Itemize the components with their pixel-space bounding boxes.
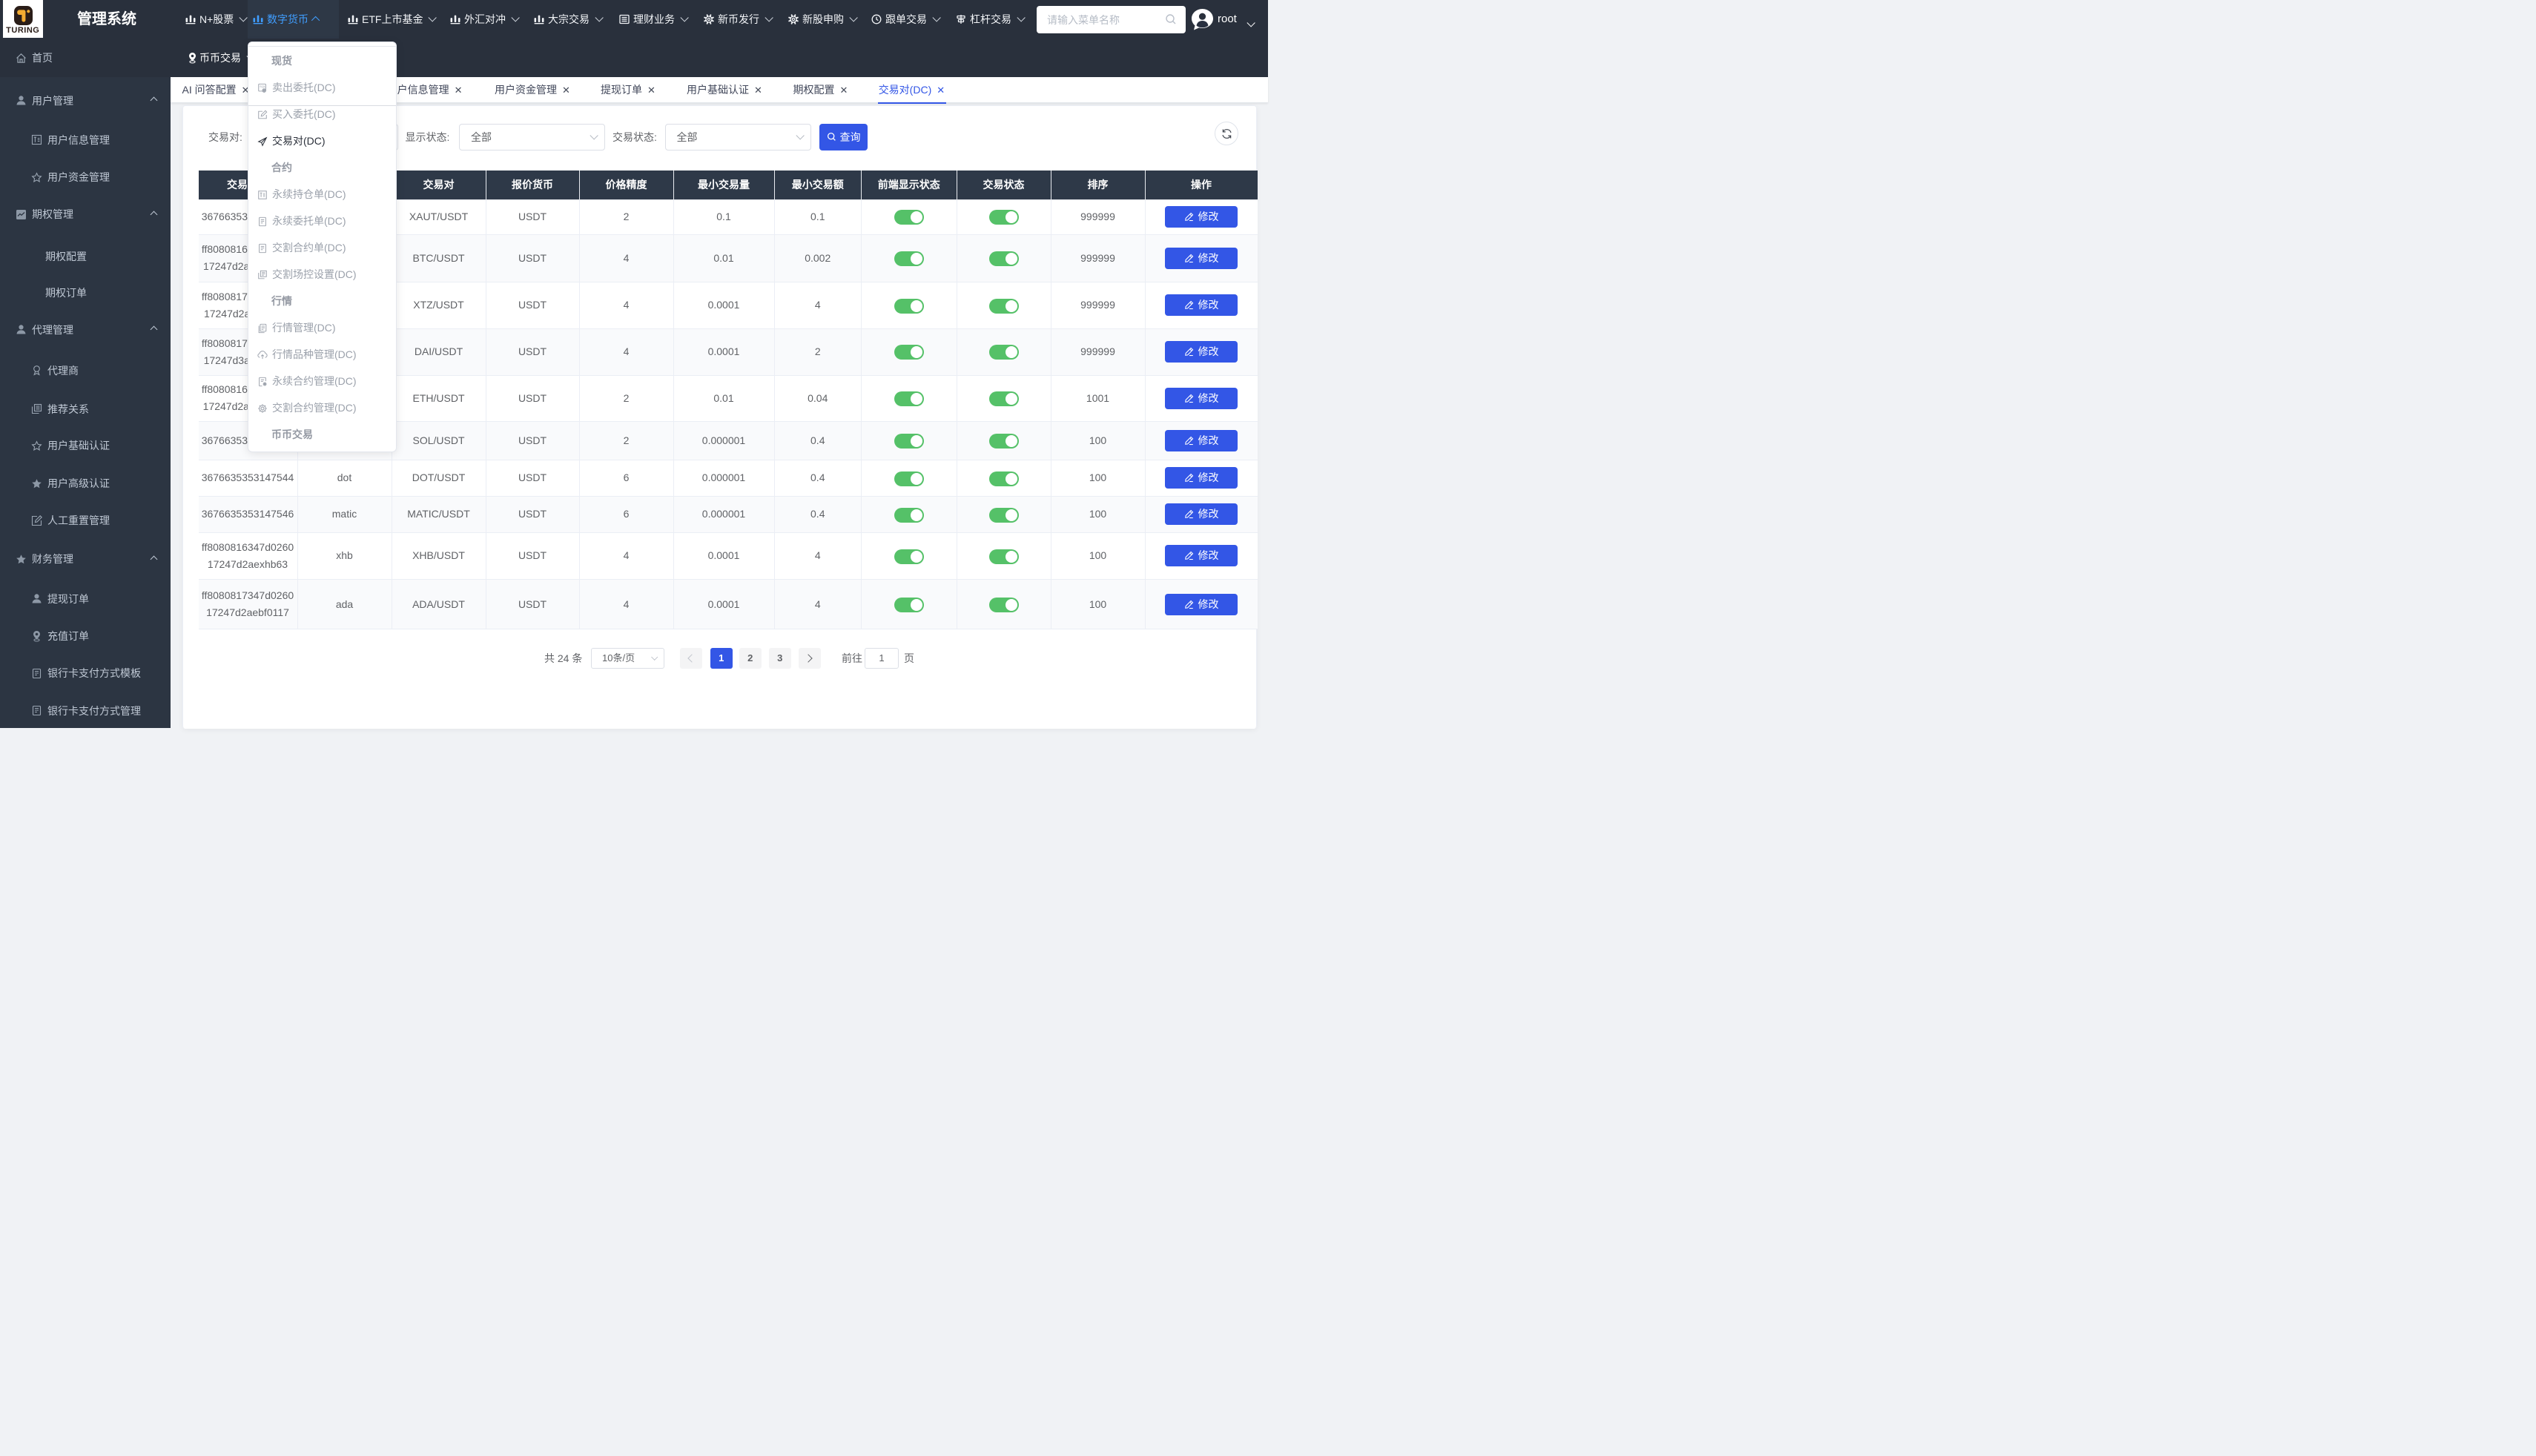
svg-text:SQL: SQL xyxy=(260,85,266,88)
